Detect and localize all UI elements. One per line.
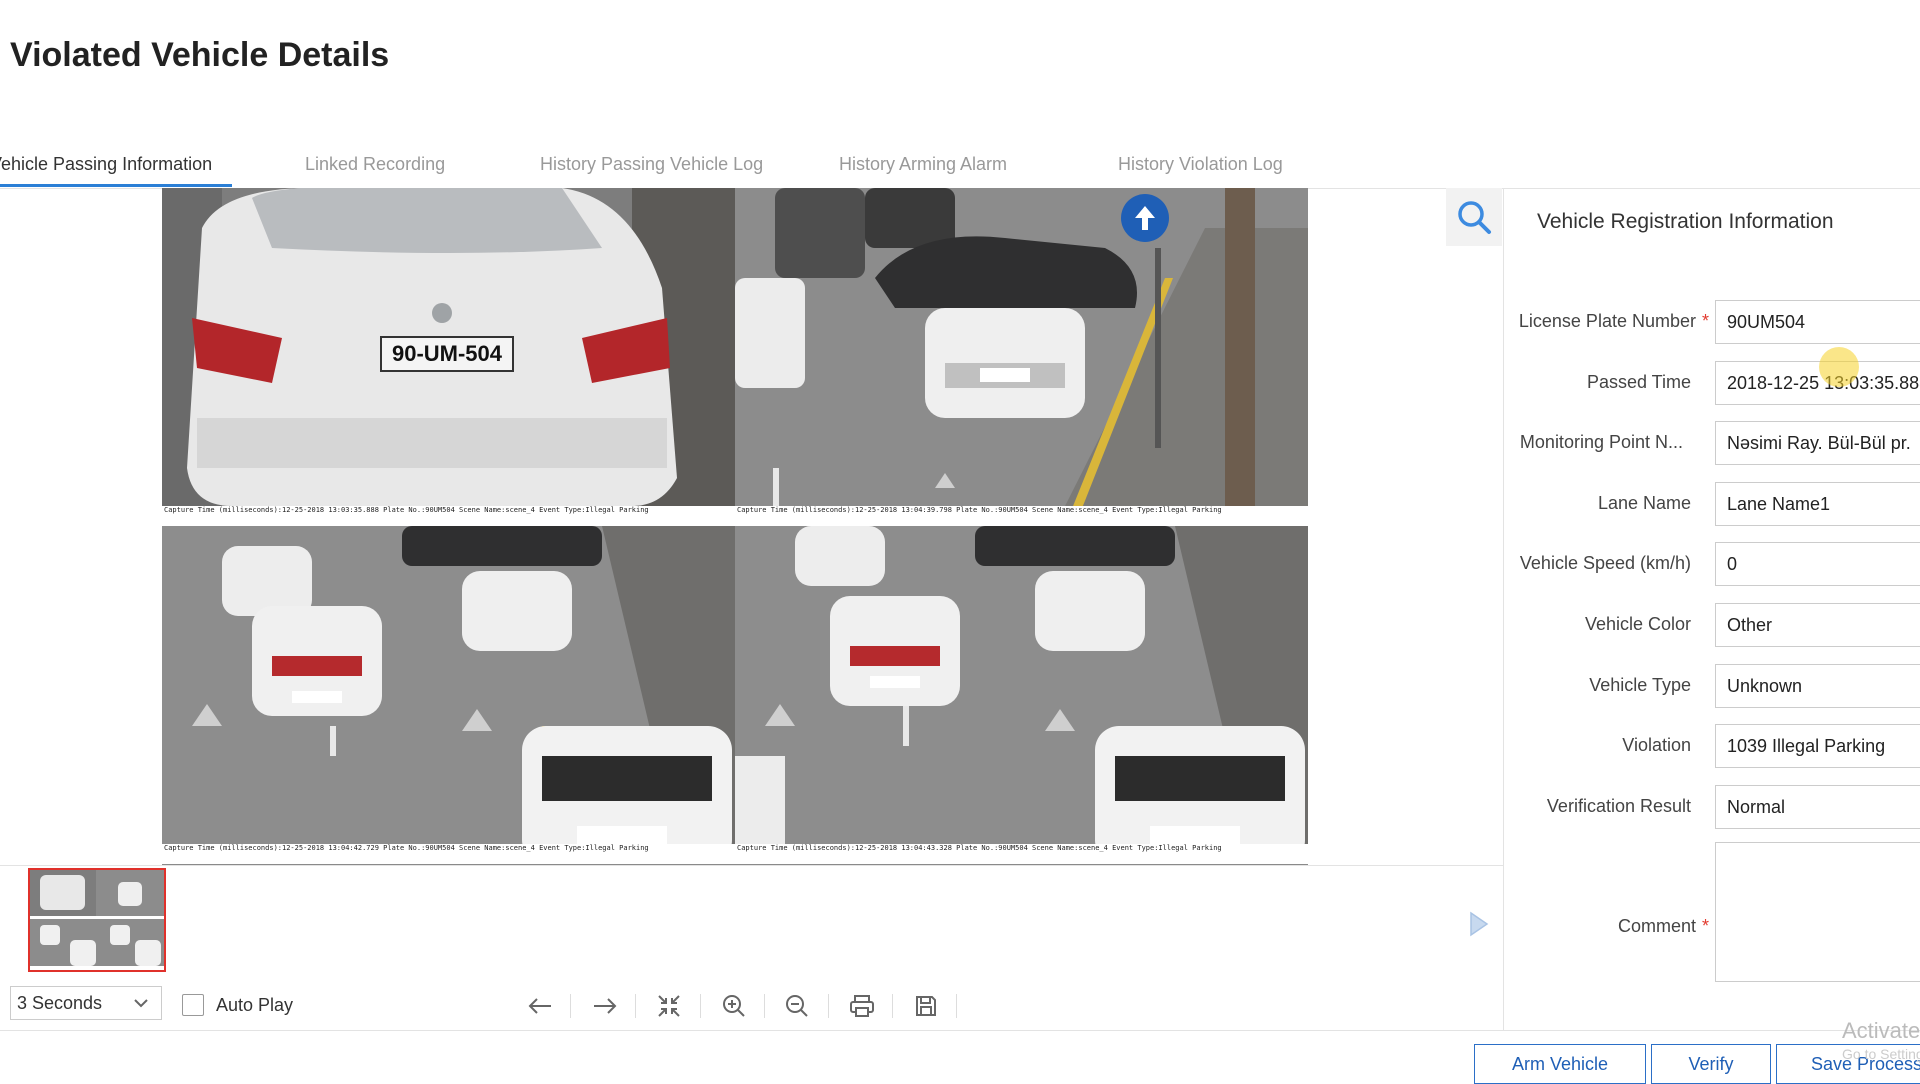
print-button[interactable]	[846, 990, 878, 1022]
panel-title: Vehicle Registration Information	[1537, 210, 1834, 233]
auto-play-checkbox[interactable]	[182, 994, 204, 1016]
play-interval-select[interactable]: 3 Seconds	[10, 986, 162, 1020]
tab-history-violation-log[interactable]: History Violation Log	[1118, 154, 1283, 175]
vehicle-color-label: Vehicle Color	[1584, 614, 1691, 634]
license-plate-label: License Plate Number *	[1518, 311, 1709, 331]
tab-linked-recording[interactable]: Linked Recording	[305, 154, 445, 175]
next-button[interactable]	[589, 990, 621, 1022]
violation-select[interactable]: 1039 Illegal Parking	[1715, 724, 1920, 768]
toolbar-separator	[892, 994, 893, 1018]
comment-label: Comment *	[1617, 916, 1709, 936]
activation-watermark: Activate	[1842, 1018, 1920, 1043]
auto-play-label: Auto Play	[216, 994, 294, 1015]
capture-caption: Capture Time (milliseconds):12-25-2018 1…	[162, 506, 735, 526]
toolbar-separator	[956, 994, 957, 1018]
toolbar-separator	[635, 994, 636, 1018]
zoom-out-icon	[786, 995, 808, 1017]
verification-result-label: Verification Result	[1546, 796, 1691, 816]
comment-textarea[interactable]	[1715, 842, 1920, 982]
panel-divider	[1503, 188, 1504, 1030]
next-image-button[interactable]	[1468, 910, 1490, 938]
play-arrow-icon	[1470, 911, 1489, 937]
verify-button[interactable]: Verify	[1651, 1044, 1771, 1084]
magnifier-button[interactable]	[1446, 188, 1502, 246]
fit-screen-button[interactable]	[653, 990, 685, 1022]
vehicle-speed-input[interactable]: 0	[1715, 542, 1920, 586]
capture-image-viewer[interactable]: 90-UM-504 Capture Time (milliseconds):12…	[162, 188, 1308, 865]
active-tab-indicator	[0, 184, 232, 187]
zoom-out-button[interactable]	[781, 990, 813, 1022]
tab-history-arming-alarm[interactable]: History Arming Alarm	[839, 154, 1007, 175]
mouse-cursor-highlight	[1819, 347, 1859, 387]
fit-screen-icon	[658, 995, 680, 1017]
vehicle-speed-label: Vehicle Speed (km/h)	[1519, 553, 1691, 573]
monitoring-point-label: Monitoring Point N...	[1519, 432, 1683, 452]
toolbar-separator	[570, 994, 571, 1018]
arm-vehicle-button[interactable]: Arm Vehicle	[1474, 1044, 1646, 1084]
save-icon	[916, 996, 936, 1016]
tab-history-passing-vehicle-log[interactable]: History Passing Vehicle Log	[540, 154, 763, 175]
print-icon	[850, 995, 874, 1017]
capture-caption: Capture Time (milliseconds):12-25-2018 1…	[162, 844, 735, 864]
capture-caption: Capture Time (milliseconds):12-25-2018 1…	[735, 506, 1308, 526]
arrow-right-icon	[594, 998, 617, 1014]
zoom-in-icon	[723, 995, 745, 1017]
auto-play-toggle[interactable]: Auto Play	[182, 994, 293, 1016]
capture-caption: Capture Time (milliseconds):12-25-2018 1…	[735, 844, 1308, 864]
zoom-in-button[interactable]	[718, 990, 750, 1022]
save-image-button[interactable]	[910, 990, 942, 1022]
thumbnail-image	[30, 870, 164, 970]
page-title: Violated Vehicle Details	[10, 36, 390, 74]
capture-image-4: Capture Time (milliseconds):12-25-2018 1…	[735, 526, 1308, 864]
lane-name-label: Lane Name	[1597, 493, 1691, 513]
capture-image-1: 90-UM-504 Capture Time (milliseconds):12…	[162, 188, 735, 526]
monitoring-point-input[interactable]: Nəsimi Ray. Bül-Bül pr.	[1715, 421, 1920, 465]
vehicle-type-select[interactable]: Unknown	[1715, 664, 1920, 708]
capture-image-3: Capture Time (milliseconds):12-25-2018 1…	[162, 526, 735, 864]
tab-bar: Vehicle Passing Information Linked Recor…	[0, 140, 1920, 189]
tab-vehicle-passing-information[interactable]: Vehicle Passing Information	[0, 154, 212, 175]
toolbar-separator	[700, 994, 701, 1018]
license-plate-input[interactable]: 90UM504	[1715, 300, 1920, 344]
lane-name-input[interactable]: Lane Name1	[1715, 482, 1920, 526]
play-interval-value: 3 Seconds	[17, 993, 103, 1013]
activation-watermark-subtext: Go to Settings	[1842, 1046, 1920, 1062]
vehicle-type-label: Vehicle Type	[1589, 675, 1691, 695]
search-icon	[1458, 201, 1491, 234]
toolbar-separator	[764, 994, 765, 1018]
previous-button[interactable]	[524, 990, 556, 1022]
violation-label: Violation	[1622, 735, 1691, 755]
passed-time-input[interactable]: 2018-12-25 13:03:35.888	[1715, 361, 1920, 405]
footer-divider	[0, 1030, 1920, 1031]
verification-result-select[interactable]: Normal	[1715, 785, 1920, 829]
capture-thumbnail[interactable]	[28, 868, 166, 972]
arrow-left-icon	[528, 998, 551, 1014]
license-plate-closeup: 90-UM-504	[380, 336, 514, 372]
passed-time-label: Passed Time	[1586, 372, 1691, 392]
vehicle-color-select[interactable]: Other	[1715, 603, 1920, 647]
capture-image-2: Capture Time (milliseconds):12-25-2018 1…	[735, 188, 1308, 526]
chevron-down-icon	[134, 999, 148, 1008]
toolbar-separator	[828, 994, 829, 1018]
viewer-divider	[0, 865, 1503, 866]
